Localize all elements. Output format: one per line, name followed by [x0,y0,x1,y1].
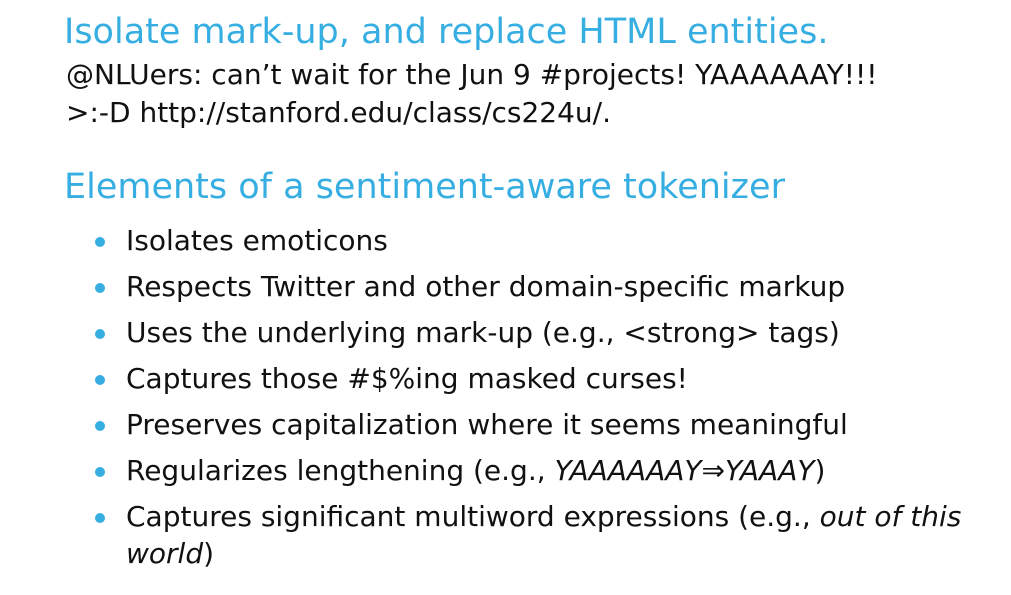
bullet-dot-icon [95,467,105,477]
bullet-dot-icon [95,421,105,431]
list-item: Captures significant multiword expressio… [92,498,1006,572]
bullet-dot-icon [95,513,105,523]
list-item: Captures those #$%ing masked curses! [92,360,1006,398]
list-item-text: Uses the underlying mark-up (e.g., <stro… [126,316,840,349]
bullet-dot-icon [95,283,105,293]
heading-markup: Isolate mark-up, and replace HTML entiti… [64,12,829,52]
slide: Isolate mark-up, and replace HTML entiti… [0,0,1011,595]
list-item-suffix: ) [814,454,826,487]
list-item: Respects Twitter and other domain-specif… [92,268,1006,306]
list-item-prefix: Regularizes lengthening (e.g., [126,454,555,487]
bullet-dot-icon [95,237,105,247]
list-item-text: Preserves capitalization where it seems … [126,408,848,441]
list-item-prefix: Captures significant multiword expressio… [126,500,820,533]
list-item: Uses the underlying mark-up (e.g., <stro… [92,314,1006,352]
list-item: Preserves capitalization where it seems … [92,406,1006,444]
list-item-suffix: ) [203,537,215,570]
list-item-text: Isolates emoticons [126,224,388,257]
example-tweet-line-1: @NLUers: can’t wait for the Jun 9 #proje… [66,58,878,91]
list-item-text: Captures those #$%ing masked curses! [126,362,688,395]
list-item: Isolates emoticons [92,222,1006,260]
list-item-italic-example: YAAAAAAY⇒YAAAY [554,454,815,487]
example-tweet-line-2: >:-D http://stanford.edu/class/cs224u/. [66,96,612,129]
heading-tokenizer-elements: Elements of a sentiment-aware tokenizer [64,167,785,207]
tokenizer-elements-list: Isolates emoticons Respects Twitter and … [92,222,1006,580]
list-item: Regularizes lengthening (e.g., YAAAAAAY⇒… [92,452,1006,490]
bullet-dot-icon [95,329,105,339]
list-item-text: Respects Twitter and other domain-specif… [126,270,846,303]
bullet-dot-icon [95,375,105,385]
